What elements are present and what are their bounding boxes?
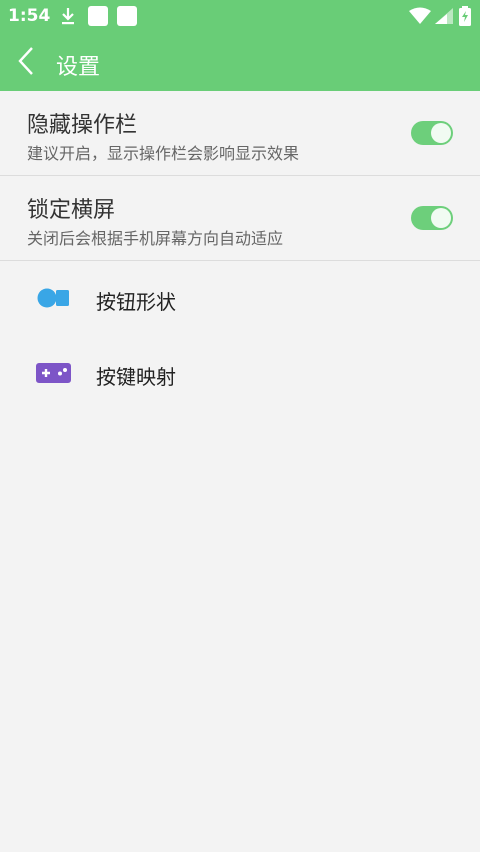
hide-toolbar-switch[interactable] <box>411 121 453 145</box>
hide-toolbar-subtitle: 建议开启，显示操作栏会影响显示效果 <box>27 144 300 163</box>
status-bar: 1:54 <box>0 0 480 32</box>
menu-item-label: 按键映射 <box>96 365 176 389</box>
top-header: 1:54 设置 <box>0 0 480 91</box>
back-button[interactable] <box>10 42 46 80</box>
hide-toolbar-setting[interactable]: 隐藏操作栏 建议开启，显示操作栏会影响显示效果 <box>0 91 480 176</box>
lock-landscape-title: 锁定横屏 <box>27 198 116 223</box>
notification-square-icon <box>88 6 108 26</box>
button-shape-icon <box>37 288 69 308</box>
lock-landscape-switch[interactable] <box>411 206 453 230</box>
chevron-left-icon <box>18 47 33 75</box>
hide-toolbar-title: 隐藏操作栏 <box>27 113 138 138</box>
settings-list: 隐藏操作栏 建议开启，显示操作栏会影响显示效果 锁定横屏 关闭后会根据手机屏幕方… <box>0 91 480 411</box>
download-icon <box>62 8 74 25</box>
notification-square-icon <box>117 6 137 26</box>
signal-icon <box>435 8 453 24</box>
menu-item-label: 按钮形状 <box>96 290 176 314</box>
gamepad-icon <box>36 363 71 383</box>
page-title: 设置 <box>56 55 101 80</box>
menu-item-button-shape[interactable]: 按钮形状 <box>0 261 480 336</box>
wifi-icon <box>409 7 431 24</box>
lock-landscape-setting[interactable]: 锁定横屏 关闭后会根据手机屏幕方向自动适应 <box>0 176 480 261</box>
app-bar: 设置 <box>0 32 480 91</box>
battery-charging-icon <box>459 6 471 26</box>
status-time: 1:54 <box>8 6 51 26</box>
switch-knob <box>431 123 451 143</box>
menu-item-key-mapping[interactable]: 按键映射 <box>0 336 480 411</box>
switch-knob <box>431 208 451 228</box>
lock-landscape-subtitle: 关闭后会根据手机屏幕方向自动适应 <box>27 229 284 248</box>
